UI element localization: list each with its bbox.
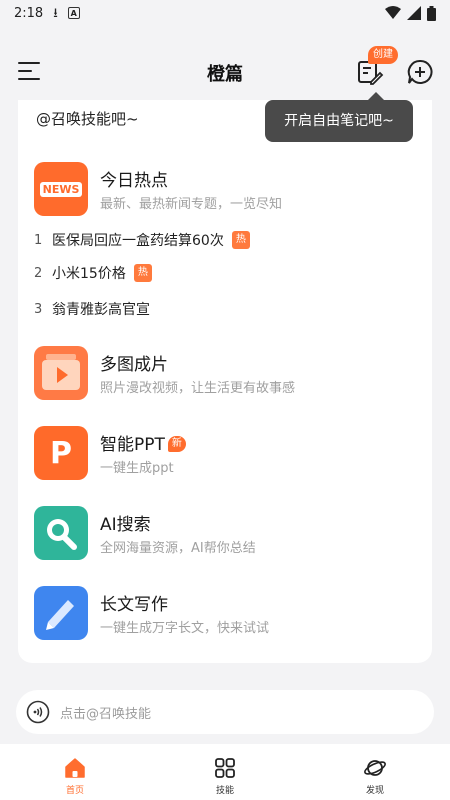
nav-skills[interactable]: 技能 <box>150 744 300 800</box>
hot-rank: 3 <box>34 301 43 317</box>
hot-text: 医保局回应一盒药结算60次 <box>52 233 224 249</box>
hot-tag: 热 <box>133 264 152 282</box>
feature-long-writing[interactable]: 长文写作 一键生成万字长文，快来试试 <box>34 586 424 642</box>
chat-add-icon <box>407 59 433 84</box>
create-badge: 创建 <box>368 46 398 64</box>
feature-title: 智能PPT 新 <box>100 430 186 455</box>
tooltip-arrow <box>368 92 384 100</box>
signal-icon <box>407 6 421 20</box>
download-icon: ⭳ <box>53 5 58 21</box>
skills-card: @召唤技能吧~ NEWS 今日热点 最新、最热新闻专题，一览尽知 1 医保局回应… <box>18 100 432 663</box>
hot-rank: 2 <box>34 265 43 281</box>
hot-text: 翁青雅彭高官宣 <box>52 302 150 318</box>
hot-tag: 热 <box>231 231 250 249</box>
new-chat-button[interactable] <box>406 58 434 86</box>
feature-subtitle: 一键生成ppt <box>100 461 174 476</box>
video-icon <box>34 346 88 400</box>
note-tooltip: 开启自由笔记吧~ <box>265 100 413 142</box>
hot-rank: 1 <box>34 232 43 248</box>
news-icon-label: NEWS <box>39 181 83 197</box>
nav-home[interactable]: 首页 <box>0 744 150 800</box>
feature-ai-search[interactable]: AI搜索 全网海量资源，AI帮你总结 <box>34 506 424 562</box>
planet-icon <box>364 760 386 776</box>
hot-list-item[interactable]: 3 翁青雅彭高官宣 <box>34 297 150 321</box>
write-icon <box>34 586 88 640</box>
feature-smart-ppt[interactable]: P 智能PPT 新 一键生成ppt <box>34 426 424 482</box>
feature-title: AI搜索 <box>100 515 151 535</box>
news-icon: NEWS <box>34 162 88 216</box>
feature-subtitle: 最新、最热新闻专题，一览尽知 <box>100 197 283 212</box>
new-badge: 新 <box>167 436 186 452</box>
wifi-icon <box>385 6 401 19</box>
home-icon <box>65 758 85 778</box>
ppt-icon: P <box>34 426 88 480</box>
feature-subtitle: 全网海量资源，AI帮你总结 <box>100 541 256 556</box>
grid-icon <box>215 758 235 778</box>
hot-text: 小米15价格 <box>52 266 126 282</box>
app-header: 橙篇 创建 <box>0 46 450 94</box>
app-notification-icon: A <box>67 7 80 19</box>
play-icon <box>42 354 80 390</box>
feature-title: 长文写作 <box>100 595 168 615</box>
nav-label: 发现 <box>365 786 384 796</box>
ppt-icon-letter: P <box>50 435 72 471</box>
search-icon <box>34 506 88 560</box>
hot-list-item[interactable]: 1 医保局回应一盒药结算60次 热 <box>34 228 250 252</box>
nav-label: 首页 <box>65 786 84 796</box>
feature-subtitle: 一键生成万字长文，快来试试 <box>100 621 270 636</box>
nav-discover[interactable]: 发现 <box>300 744 450 800</box>
feature-subtitle: 照片漫改视频，让生活更有故事感 <box>100 381 296 396</box>
feature-photo-video[interactable]: 多图成片 照片漫改视频，让生活更有故事感 <box>34 346 424 402</box>
feature-title: 今日热点 <box>100 171 168 191</box>
status-bar: 2:18 ⭳ A <box>0 0 450 26</box>
pen-icon <box>46 600 74 630</box>
feature-hot-news[interactable]: NEWS 今日热点 最新、最热新闻专题，一览尽知 <box>34 162 424 218</box>
magnifier-icon <box>47 519 77 550</box>
skill-input[interactable]: 点击@召唤技能 <box>16 690 434 734</box>
voice-icon[interactable] <box>26 700 50 724</box>
nav-label: 技能 <box>215 786 234 796</box>
battery-icon <box>427 5 436 21</box>
input-placeholder: 点击@召唤技能 <box>60 706 152 722</box>
feature-title-text: 智能PPT <box>100 435 165 455</box>
status-time: 2:18 <box>14 5 44 21</box>
greeting-text: @召唤技能吧~ <box>36 110 139 128</box>
hot-list-item[interactable]: 2 小米15价格 热 <box>34 261 152 285</box>
feature-title: 多图成片 <box>100 355 168 375</box>
bottom-nav: 首页 技能 发现 <box>0 744 450 800</box>
